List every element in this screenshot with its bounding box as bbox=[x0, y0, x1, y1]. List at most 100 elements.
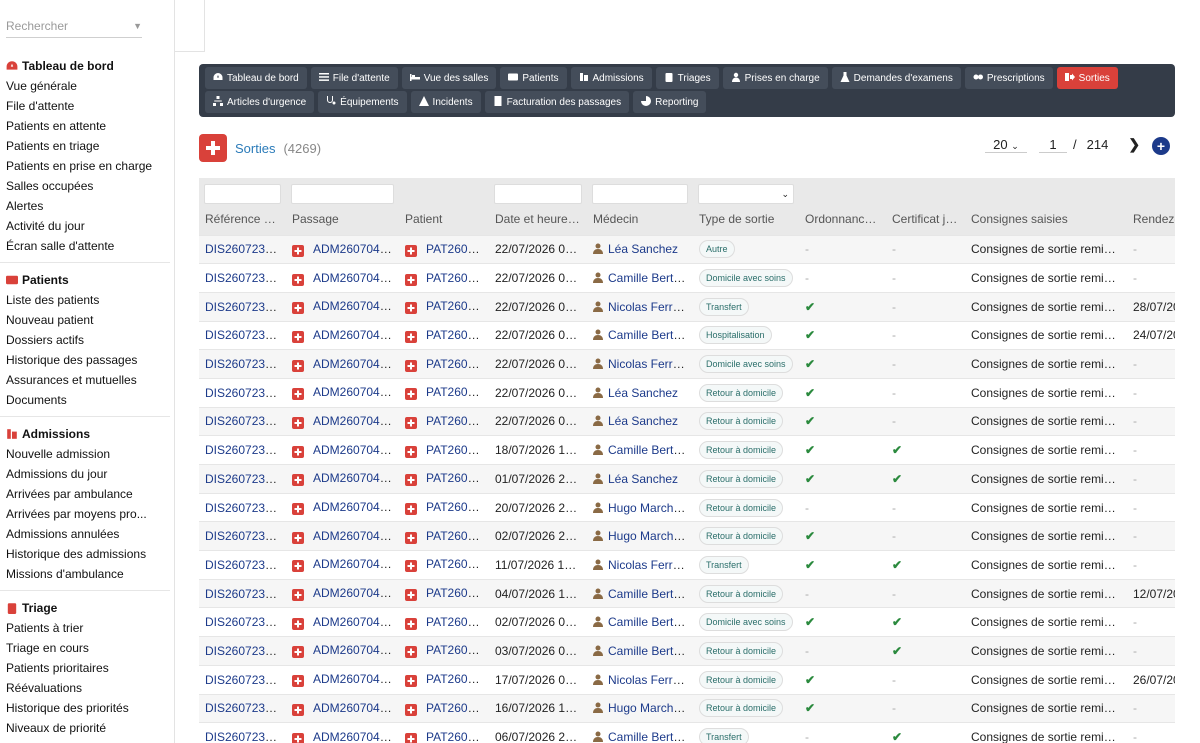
sidebar-group-title[interactable]: Triage bbox=[0, 598, 174, 618]
table-row[interactable]: DIS260723084 ADM260704265 PAT260225 03/07/2… bbox=[199, 636, 1175, 666]
column-header[interactable]: Consignes saisies bbox=[965, 204, 1127, 235]
nav-button-id-card[interactable]: Patients bbox=[500, 67, 567, 89]
patient-link[interactable]: PAT260197 bbox=[426, 586, 488, 600]
column-header[interactable]: Ordonnance ... bbox=[799, 204, 886, 235]
filter-date[interactable] bbox=[494, 184, 582, 204]
sidebar-item[interactable]: Patients à trier bbox=[0, 618, 174, 638]
table-row[interactable]: DIS260723075 ADM260704263 PAT260013 16/07/2… bbox=[199, 693, 1175, 723]
column-header[interactable]: Rendez- bbox=[1127, 204, 1175, 235]
patient-link[interactable]: PAT260240 bbox=[426, 242, 488, 256]
passage-link[interactable]: ADM260704263 bbox=[313, 701, 399, 715]
patient-link[interactable]: PAT260113 bbox=[426, 730, 487, 743]
patient-link[interactable]: PAT260228 bbox=[426, 299, 488, 313]
page-size-select[interactable]: 20 ⌄ bbox=[985, 137, 1027, 153]
sidebar-group-title[interactable]: Patients bbox=[0, 270, 174, 290]
nav-button-flask[interactable]: Demandes d'examens bbox=[831, 67, 961, 89]
table-row[interactable]: DIS260723144 ADM260704276 PAT260186 22/07/2… bbox=[199, 320, 1175, 350]
sidebar-item[interactable]: Historique des passages bbox=[0, 350, 174, 370]
filter-reference[interactable] bbox=[204, 184, 281, 204]
nav-button-clipboard[interactable]: Triages bbox=[655, 67, 719, 89]
sidebar-item[interactable]: Salles occupées bbox=[0, 176, 174, 196]
nav-button-sitemap[interactable]: Articles d'urgence bbox=[205, 91, 315, 113]
passage-link[interactable]: ADM260704267 bbox=[313, 586, 399, 600]
reference-link[interactable]: DIS260723075 bbox=[205, 701, 285, 715]
sidebar-item[interactable]: Activité du jour bbox=[0, 216, 174, 236]
medecin-link[interactable]: Nicolas Ferrand bbox=[608, 673, 693, 687]
reference-link[interactable]: DIS260723080 bbox=[205, 673, 285, 687]
sidebar-item[interactable]: Triage en cours bbox=[0, 638, 174, 658]
patient-link[interactable]: PAT260256 bbox=[426, 471, 488, 485]
nav-button-list[interactable]: File d'attente bbox=[310, 67, 398, 89]
nav-button-user-md[interactable]: Prises en charge bbox=[722, 67, 828, 89]
passage-link[interactable]: ADM260704271 bbox=[313, 471, 399, 485]
table-row[interactable]: DIS260723080 ADM260704264 PAT260056 17/07/2… bbox=[199, 664, 1175, 694]
table-row[interactable]: DIS260723069 ADM260704262 PAT260113 06/07/2… bbox=[199, 722, 1175, 743]
column-header[interactable]: Passage bbox=[286, 204, 399, 235]
medecin-link[interactable]: Léa Sanchez bbox=[608, 472, 678, 486]
sidebar-item[interactable]: Arrivées par moyens pro... bbox=[0, 504, 174, 524]
medecin-link[interactable]: Camille Berthier bbox=[608, 328, 693, 342]
collapse-toggle[interactable] bbox=[175, 0, 205, 52]
table-row[interactable]: DIS260723150 ADM260704277 PAT260228 22/07/2… bbox=[199, 291, 1175, 322]
sidebar-item[interactable]: Historique des admissions bbox=[0, 544, 174, 564]
nav-button-invoice[interactable]: Facturation des passages bbox=[484, 91, 630, 113]
passage-link[interactable]: ADM260704279 bbox=[313, 242, 399, 256]
nav-button-warning[interactable]: Incidents bbox=[410, 91, 481, 113]
sidebar-item[interactable]: Écran salle d'attente bbox=[0, 236, 174, 256]
sidebar-item[interactable]: File d'attente bbox=[0, 96, 174, 116]
reference-link[interactable]: DIS260723138 bbox=[205, 357, 285, 371]
reference-link[interactable]: DIS260723133 bbox=[205, 386, 285, 400]
medecin-link[interactable]: Camille Berthier bbox=[608, 615, 693, 629]
reference-link[interactable]: DIS260723150 bbox=[205, 300, 285, 314]
table-row[interactable]: DIS260723099 ADM260704268 PAT260254 11/07/2… bbox=[199, 550, 1175, 580]
reference-link[interactable]: DIS260723117 bbox=[205, 472, 284, 486]
medecin-link[interactable]: Hugo Marchand bbox=[608, 501, 693, 515]
reference-link[interactable]: DIS260723069 bbox=[205, 730, 285, 743]
passage-link[interactable]: ADM260704273 bbox=[313, 414, 399, 428]
table-row[interactable]: DIS260723088 ADM260704266 PAT260026 02/07/2… bbox=[199, 607, 1175, 637]
table-row[interactable]: DIS260723123 ADM260704272 PAT260209 18/07/2… bbox=[199, 435, 1175, 465]
filter-passage[interactable] bbox=[291, 184, 394, 204]
sidebar-item[interactable]: Patients prioritaires bbox=[0, 658, 174, 678]
sidebar-item[interactable]: Missions d'ambulance bbox=[0, 564, 174, 584]
patient-link[interactable]: PAT260225 bbox=[426, 643, 488, 657]
sidebar-item[interactable]: Patients en attente bbox=[0, 116, 174, 136]
reference-link[interactable]: DIS260723094 bbox=[205, 587, 285, 601]
passage-link[interactable]: ADM260704272 bbox=[313, 443, 399, 457]
search-field[interactable]: Rechercher ▼ bbox=[6, 14, 142, 38]
sidebar-item[interactable]: Dossiers actifs bbox=[0, 330, 174, 350]
passage-link[interactable]: ADM260704269 bbox=[313, 529, 399, 543]
sidebar-item[interactable]: Vue générale bbox=[0, 76, 174, 96]
sidebar-item[interactable]: Arrivées par ambulance bbox=[0, 484, 174, 504]
medecin-link[interactable]: Nicolas Ferrand bbox=[608, 300, 693, 314]
patient-link[interactable]: PAT260056 bbox=[426, 672, 488, 686]
table-row[interactable]: DIS260723117 ADM260704271 PAT260256 01/07/2… bbox=[199, 464, 1175, 494]
reference-link[interactable]: DIS260723084 bbox=[205, 644, 285, 658]
table-row[interactable]: DIS260723163 ADM260704279 PAT260240 22/07/2… bbox=[199, 234, 1175, 264]
reference-link[interactable]: DIS260723144 bbox=[205, 328, 285, 342]
medecin-link[interactable]: Camille Berthier bbox=[608, 644, 693, 658]
medecin-link[interactable]: Camille Berthier bbox=[608, 587, 693, 601]
sidebar-item[interactable]: Assurances et mutuelles bbox=[0, 370, 174, 390]
table-row[interactable]: DIS260723133 ADM260704274 PAT260062 22/07/2… bbox=[199, 377, 1175, 408]
sidebar-item[interactable]: Documents bbox=[0, 390, 174, 410]
patient-link[interactable]: PAT260013 bbox=[426, 701, 488, 715]
patient-link[interactable]: PAT260254 bbox=[426, 557, 488, 571]
nav-button-bed[interactable]: Vue des salles bbox=[401, 67, 497, 89]
table-row[interactable]: DIS260723111 ADM260704270 PAT260035 20/07/2… bbox=[199, 492, 1175, 522]
sidebar-item[interactable]: Admissions annulées bbox=[0, 524, 174, 544]
table-row[interactable]: DIS260723138 ADM260704275 PAT260024 22/07/2… bbox=[199, 349, 1175, 379]
nav-button-pie-chart[interactable]: Reporting bbox=[633, 91, 707, 113]
passage-link[interactable]: ADM260704274 bbox=[313, 385, 399, 399]
passage-link[interactable]: ADM260704277 bbox=[313, 299, 399, 313]
sidebar-item[interactable]: Patients en triage bbox=[0, 136, 174, 156]
nav-button-dashboard[interactable]: Tableau de bord bbox=[205, 67, 307, 89]
passage-link[interactable]: ADM260704268 bbox=[313, 557, 399, 571]
sidebar-item[interactable]: Historique des priorités bbox=[0, 698, 174, 718]
reference-link[interactable]: DIS260723099 bbox=[205, 558, 285, 572]
reference-link[interactable]: DIS260723157 bbox=[205, 271, 285, 285]
patient-link[interactable]: PAT260209 bbox=[426, 443, 488, 457]
nav-button-pills[interactable]: Prescriptions bbox=[964, 67, 1053, 89]
patient-link[interactable]: PAT260015 bbox=[426, 414, 488, 428]
filter-medecin[interactable] bbox=[592, 184, 688, 204]
